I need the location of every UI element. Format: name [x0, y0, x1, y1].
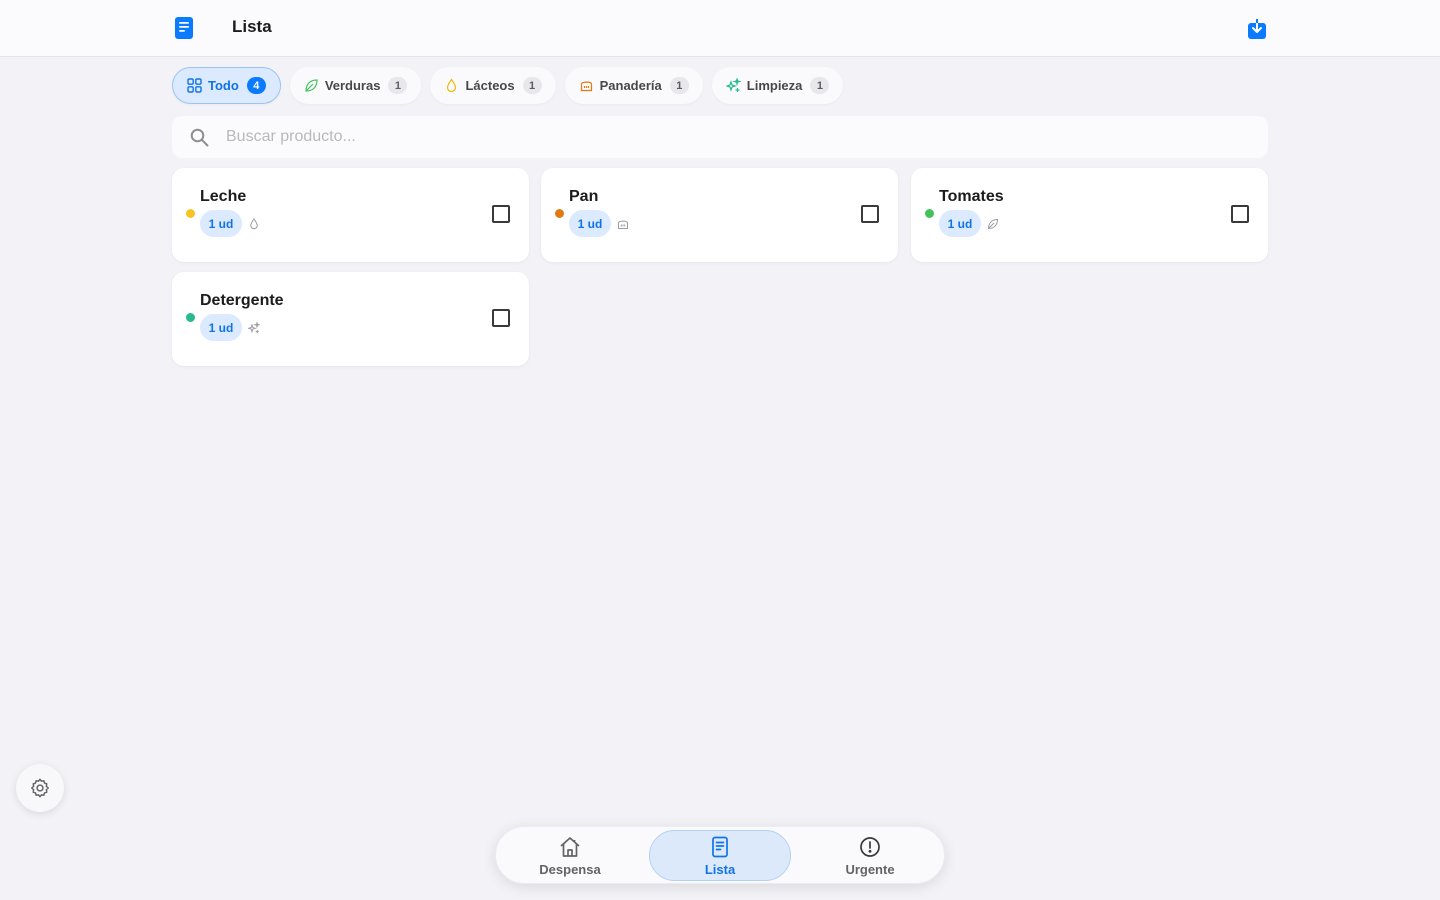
item-name: Tomates [939, 188, 1004, 205]
sparkles-icon [725, 78, 741, 93]
drop-icon [444, 78, 459, 93]
search-icon [190, 128, 209, 147]
filter-chip-todo[interactable]: Todo 4 [172, 67, 281, 104]
status-dot [555, 209, 564, 218]
bottom-tab-bar: Despensa Lista Urgente [495, 826, 945, 884]
search-bar [172, 116, 1268, 158]
leaf-icon [987, 218, 999, 230]
filter-chip-label: Limpieza [746, 78, 803, 93]
status-dot [925, 209, 934, 218]
list-item-card[interactable]: Tomates 1 ud [911, 168, 1268, 262]
bread-icon [579, 78, 594, 93]
filter-chip-count: 1 [388, 77, 408, 94]
top-bar: Lista [0, 0, 1440, 57]
tab-urgente[interactable]: Urgente [799, 830, 941, 881]
filter-chip-label: Lácteos [465, 78, 515, 93]
tab-lista[interactable]: Lista [649, 830, 791, 881]
item-checkbox[interactable] [492, 205, 510, 223]
quantity-badge: 1 ud [939, 210, 981, 237]
filter-chip-count: 4 [246, 77, 266, 94]
item-checkbox[interactable] [492, 309, 510, 327]
quantity-badge: 1 ud [200, 314, 242, 341]
filter-chip-label: Panadería [599, 78, 662, 93]
page-title: Lista [232, 17, 272, 36]
settings-button[interactable] [16, 764, 64, 812]
quantity-badge: 1 ud [569, 210, 611, 237]
tab-label: Urgente [845, 861, 895, 877]
filter-chip-label: Todo [208, 78, 239, 93]
list-document-icon [175, 17, 193, 39]
filter-chip-count: 1 [810, 77, 830, 94]
item-checkbox[interactable] [1231, 205, 1249, 223]
item-name: Leche [200, 188, 247, 205]
list-item-card[interactable]: Pan 1 ud [541, 168, 898, 262]
gear-icon [31, 778, 49, 798]
quantity-badge: 1 ud [200, 210, 242, 237]
grid-icon [187, 78, 202, 93]
list-document-icon [712, 836, 728, 857]
filter-chip-count: 1 [669, 77, 689, 94]
tab-label: Despensa [539, 861, 601, 877]
item-name: Pan [569, 188, 599, 205]
item-checkbox[interactable] [861, 205, 879, 223]
filter-chip-label: Verduras [324, 78, 381, 93]
category-filter-bar: Todo 4 Verduras 1 Lácteos 1 Panadería 1 [172, 67, 844, 104]
search-input[interactable] [226, 124, 1226, 150]
filter-chip-verduras[interactable]: Verduras 1 [289, 67, 422, 104]
list-item-card[interactable]: Detergente 1 ud [172, 272, 529, 366]
tab-despensa[interactable]: Despensa [499, 830, 641, 881]
exclamation-circle-icon [860, 836, 880, 857]
filter-chip-limpieza[interactable]: Limpieza 1 [711, 67, 844, 104]
filter-chip-count: 1 [522, 77, 542, 94]
sparkles-icon [248, 322, 260, 334]
status-dot [186, 209, 195, 218]
bread-icon [618, 220, 628, 229]
list-item-card[interactable]: Leche 1 ud [172, 168, 529, 262]
item-name: Detergente [200, 292, 284, 309]
drop-icon [250, 218, 258, 230]
tab-label: Lista [704, 861, 736, 877]
leaf-icon [304, 78, 319, 93]
filter-chip-lacteos[interactable]: Lácteos 1 [430, 67, 556, 104]
house-icon [560, 836, 580, 857]
status-dot [186, 313, 195, 322]
download-icon[interactable] [1248, 19, 1266, 39]
filter-chip-panaderia[interactable]: Panadería 1 [564, 67, 703, 104]
